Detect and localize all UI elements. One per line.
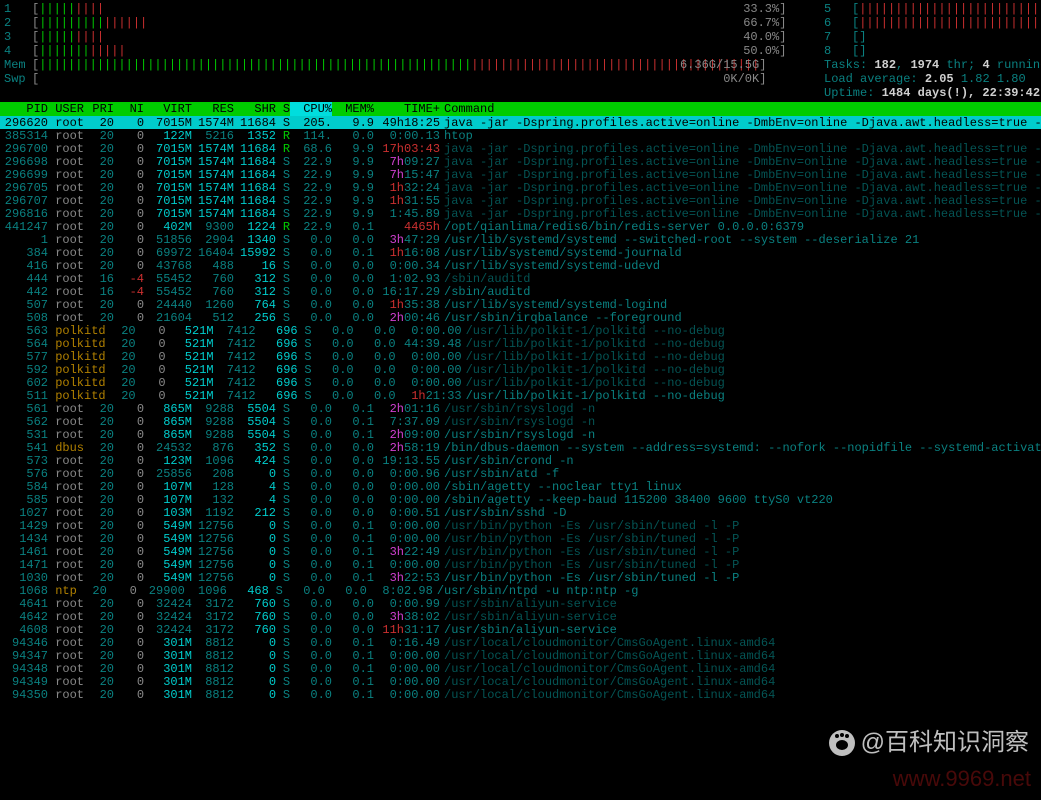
process-row[interactable]: 1030 root 20 0 549M 12756 0 S 0.0 0.1 3h…: [0, 571, 1041, 584]
col-Command[interactable]: Command: [440, 102, 1041, 116]
meter-3: 3 [ ||||||||| 40.0% ]: [4, 30, 824, 44]
col-PRI[interactable]: PRI: [84, 102, 114, 116]
col-SHR[interactable]: SHR: [234, 102, 276, 116]
process-row[interactable]: 296699 root 20 0 7015M 1574M 11684 S 22.…: [0, 168, 1041, 181]
tasks-summary: Tasks: 182, 1974 thr; 4 running: [824, 58, 1041, 72]
process-row[interactable]: 576 root 20 0 25856 208 0 S 0.0 0.0 0:00…: [0, 467, 1041, 480]
meter-8: 8 [ ]: [824, 44, 1041, 58]
process-row[interactable]: 94349 root 20 0 301M 8812 0 S 0.0 0.1 0:…: [0, 675, 1041, 688]
watermark-overlay: @百科知识洞察: [829, 730, 1029, 756]
process-row[interactable]: 562 root 20 0 865M 9288 5504 S 0.0 0.1 7…: [0, 415, 1041, 428]
paw-icon: [829, 730, 855, 756]
process-table[interactable]: 296620 root 20 0 7015M 1574M 11684 S 205…: [0, 116, 1041, 701]
col-PID[interactable]: PID: [0, 102, 48, 116]
process-row[interactable]: 384 root 20 0 69972 16404 15992 S 0.0 0.…: [0, 246, 1041, 259]
process-row[interactable]: 441247 root 20 0 402M 9300 1224 R 22.9 0…: [0, 220, 1041, 233]
process-row[interactable]: 94350 root 20 0 301M 8812 0 S 0.0 0.1 0:…: [0, 688, 1041, 701]
meter-7: 7 [ ]: [824, 30, 1041, 44]
meter-4: 4 [ |||||||||||| 50.0% ]: [4, 44, 824, 58]
col-TIME+[interactable]: TIME+: [374, 102, 440, 116]
process-row[interactable]: 541 dbus 20 0 24532 876 352 S 0.0 0.0 2h…: [0, 441, 1041, 454]
process-row[interactable]: 4642 root 20 0 32424 3172 760 S 0.0 0.0 …: [0, 610, 1041, 623]
process-row[interactable]: 296700 root 20 0 7015M 1574M 11684 R 68.…: [0, 142, 1041, 155]
process-row[interactable]: 1434 root 20 0 549M 12756 0 S 0.0 0.1 0:…: [0, 532, 1041, 545]
process-row[interactable]: 561 root 20 0 865M 9288 5504 S 0.0 0.1 2…: [0, 402, 1041, 415]
htop-header: 1 [ ||||||||| 33.3% ] 2 [ ||||||||||||||…: [0, 0, 1041, 102]
process-row[interactable]: 442 root 16 -4 55452 760 312 S 0.0 0.0 1…: [0, 285, 1041, 298]
process-row[interactable]: 94348 root 20 0 301M 8812 0 S 0.0 0.1 0:…: [0, 662, 1041, 675]
process-row[interactable]: 94347 root 20 0 301M 8812 0 S 0.0 0.1 0:…: [0, 649, 1041, 662]
process-row[interactable]: 1429 root 20 0 549M 12756 0 S 0.0 0.1 0:…: [0, 519, 1041, 532]
process-row[interactable]: 1027 root 20 0 103M 1192 212 S 0.0 0.0 0…: [0, 506, 1041, 519]
process-row[interactable]: 1 root 20 0 51856 2904 1340 S 0.0 0.0 3h…: [0, 233, 1041, 246]
process-row[interactable]: 94346 root 20 0 301M 8812 0 S 0.0 0.1 0:…: [0, 636, 1041, 649]
summary-panel: 5 [ ||||||||||||||||||||||||||||||| ] 6 …: [824, 2, 1041, 100]
col-CPU%[interactable]: CPU%: [290, 102, 332, 116]
process-row[interactable]: 296698 root 20 0 7015M 1574M 11684 S 22.…: [0, 155, 1041, 168]
meter-5: 5 [ ||||||||||||||||||||||||||||||| ]: [824, 2, 1041, 16]
process-row[interactable]: 584 root 20 0 107M 128 4 S 0.0 0.0 0:00.…: [0, 480, 1041, 493]
process-row[interactable]: 592 polkitd 20 0 521M 7412 696 S 0.0 0.0…: [0, 363, 1041, 376]
loadavg-summary: Load average: 2.05 1.82 1.80: [824, 72, 1041, 86]
col-RES[interactable]: RES: [192, 102, 234, 116]
process-row[interactable]: 296705 root 20 0 7015M 1574M 11684 S 22.…: [0, 181, 1041, 194]
col-VIRT[interactable]: VIRT: [144, 102, 192, 116]
process-row[interactable]: 4641 root 20 0 32424 3172 760 S 0.0 0.0 …: [0, 597, 1041, 610]
meter-Mem: Mem [ ||||||||||||||||||||||||||||||||||…: [4, 58, 824, 72]
process-row[interactable]: 563 polkitd 20 0 521M 7412 696 S 0.0 0.0…: [0, 324, 1041, 337]
process-row[interactable]: 385314 root 20 0 122M 5216 1352 R 114. 0…: [0, 129, 1041, 142]
process-row[interactable]: 296707 root 20 0 7015M 1574M 11684 S 22.…: [0, 194, 1041, 207]
col-MEM%[interactable]: MEM%: [332, 102, 374, 116]
process-row[interactable]: 444 root 16 -4 55452 760 312 S 0.0 0.0 1…: [0, 272, 1041, 285]
cpu-meters-left: 1 [ ||||||||| 33.3% ] 2 [ ||||||||||||||…: [4, 2, 824, 100]
meter-2: 2 [ ||||||||||||||| 66.7% ]: [4, 16, 824, 30]
process-row[interactable]: 296620 root 20 0 7015M 1574M 11684 S 205…: [0, 116, 1041, 129]
meter-Swp: Swp [ 0K/0K ]: [4, 72, 824, 86]
process-row[interactable]: 602 polkitd 20 0 521M 7412 696 S 0.0 0.0…: [0, 376, 1041, 389]
col-NI[interactable]: NI: [114, 102, 144, 116]
meter-6: 6 [ ||||||||||||||||||||||||||||||| ]: [824, 16, 1041, 30]
uptime-summary: Uptime: 1484 days(!), 22:39:42: [824, 86, 1041, 100]
process-row[interactable]: 416 root 20 0 43768 488 16 S 0.0 0.0 0:0…: [0, 259, 1041, 272]
process-row[interactable]: 564 polkitd 20 0 521M 7412 696 S 0.0 0.0…: [0, 337, 1041, 350]
process-row[interactable]: 4608 root 20 0 32424 3172 760 S 0.0 0.0 …: [0, 623, 1041, 636]
process-row[interactable]: 507 root 20 0 24440 1260 764 S 0.0 0.0 1…: [0, 298, 1041, 311]
col-USER[interactable]: USER: [48, 102, 84, 116]
process-row[interactable]: 531 root 20 0 865M 9288 5504 S 0.0 0.1 2…: [0, 428, 1041, 441]
process-row[interactable]: 511 polkitd 20 0 521M 7412 696 S 0.0 0.0…: [0, 389, 1041, 402]
process-row[interactable]: 508 root 20 0 21604 512 256 S 0.0 0.0 2h…: [0, 311, 1041, 324]
process-row[interactable]: 585 root 20 0 107M 132 4 S 0.0 0.0 0:00.…: [0, 493, 1041, 506]
process-row[interactable]: 577 polkitd 20 0 521M 7412 696 S 0.0 0.0…: [0, 350, 1041, 363]
process-row[interactable]: 296816 root 20 0 7015M 1574M 11684 S 22.…: [0, 207, 1041, 220]
watermark-url: www.9969.net: [893, 772, 1031, 786]
column-headers[interactable]: PID USERPRINIVIRTRESSHRSCPU%MEM%TIME+Com…: [0, 102, 1041, 116]
process-row[interactable]: 1461 root 20 0 549M 12756 0 S 0.0 0.1 3h…: [0, 545, 1041, 558]
meter-1: 1 [ ||||||||| 33.3% ]: [4, 2, 824, 16]
col-S[interactable]: S: [276, 102, 290, 116]
watermark-text: @百科知识洞察: [861, 736, 1029, 750]
process-row[interactable]: 573 root 20 0 123M 1096 424 S 0.0 0.0 19…: [0, 454, 1041, 467]
process-row[interactable]: 1471 root 20 0 549M 12756 0 S 0.0 0.1 0:…: [0, 558, 1041, 571]
process-row[interactable]: 1068 ntp 20 0 29900 1096 468 S 0.0 0.0 8…: [0, 584, 1041, 597]
